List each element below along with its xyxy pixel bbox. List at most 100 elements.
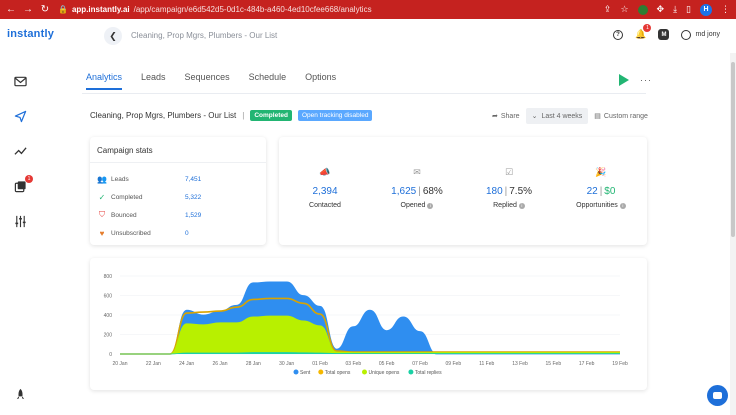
puzzle-icon[interactable]: ✥ <box>657 4 665 15</box>
logo[interactable]: instantly <box>7 28 54 40</box>
value-separator: | <box>599 186 603 197</box>
chat-icon <box>713 392 722 399</box>
browser-menu-icon[interactable]: ⋮ <box>721 4 730 15</box>
unibox-badge: 1 <box>25 175 33 183</box>
chevron-left-icon: ❮ <box>109 30 117 41</box>
users-icon: 👥 <box>97 174 107 184</box>
custom-range-button[interactable]: ▤ Custom range <box>594 112 648 121</box>
more-options-icon[interactable]: ··· <box>640 75 652 85</box>
metric-label: Opportunities i <box>555 202 647 209</box>
stat-row-completed: ✓ Completed 5,322 <box>97 191 256 203</box>
info-icon[interactable]: i <box>619 202 626 209</box>
stat-row-bounced: ⛉ Bounced 1,529 <box>97 209 256 221</box>
chat-button[interactable] <box>707 385 728 406</box>
page-title: Cleaning, Prop Mgrs, Plumbers - Our List <box>131 31 278 40</box>
x-tick-label: 28 Jan <box>246 361 261 367</box>
x-tick-label: 22 Jan <box>146 361 161 367</box>
back-button[interactable]: ❮ <box>104 27 122 45</box>
replied-label: Replied <box>493 202 517 209</box>
share-arrow-icon: ➦ <box>492 113 498 120</box>
opened-label: Opened <box>400 202 426 209</box>
stat-value: 7,451 <box>185 175 202 183</box>
share-page-icon[interactable]: ⇪ <box>604 4 612 15</box>
x-tick-label: 17 Feb <box>579 361 595 367</box>
tab-leads[interactable]: Leads <box>141 72 166 90</box>
replied-value-row: 180 | 7.5% <box>463 186 555 197</box>
chevron-down-icon: ⌄ <box>531 113 538 120</box>
metric-opened: ✉ 1,625 | 68% Opened i <box>371 167 463 209</box>
extension-icon[interactable] <box>637 4 648 15</box>
party-popper-icon: 🎉 <box>595 167 607 177</box>
metric-label: Opened i <box>371 202 463 209</box>
stat-row-leads: 👥 Leads 7,451 <box>97 173 256 185</box>
send-icon[interactable] <box>14 110 27 123</box>
play-icon[interactable] <box>619 74 629 86</box>
x-tick-label: 05 Feb <box>379 361 395 367</box>
tab-bar: Analytics Leads Sequences Schedule Optio… <box>86 72 355 90</box>
forward-arrow-icon[interactable]: → <box>23 0 33 19</box>
settings-sliders-icon[interactable] <box>14 215 27 228</box>
sidebar-toggle-icon[interactable]: ▯ <box>686 4 691 15</box>
tab-analytics[interactable]: Analytics <box>86 72 123 90</box>
campaign-stats-card: Campaign stats 👥 Leads 7,451 ✓ Completed… <box>90 137 266 245</box>
notifications-button[interactable]: 🔔 1 <box>635 24 652 40</box>
chat-check-icon: ☑ <box>504 167 514 177</box>
stat-row-unsubscribed: ♥ Unsubscribed 0 <box>97 227 256 239</box>
stats-title: Campaign stats <box>97 146 153 155</box>
user-menu[interactable]: md jony <box>681 29 720 40</box>
header-actions: ? 🔔 1 M md jony <box>612 24 720 40</box>
reload-icon[interactable]: ↻ <box>40 0 50 19</box>
legend-swatch <box>362 369 367 375</box>
opportunities-label: Opportunities <box>576 202 618 209</box>
campaign-name: Cleaning, Prop Mgrs, Plumbers - Our List <box>90 111 237 120</box>
opportunities-value: 22 <box>586 186 598 197</box>
info-icon[interactable]: i <box>518 202 525 209</box>
activity-chart-card: 0 200 400 600 800 20 Jan 22 Jan 24 Jan 26 Jan 28 … <box>90 258 647 390</box>
workspace-button[interactable]: M <box>658 29 670 40</box>
x-tick-label: 20 Jan <box>112 361 127 367</box>
status-badge: Completed <box>250 110 292 121</box>
rocket-icon[interactable] <box>14 388 27 401</box>
x-tick-label: 13 Feb <box>512 361 528 367</box>
broken-heart-icon: ♥ <box>99 228 105 238</box>
profile-avatar[interactable]: H <box>700 3 712 16</box>
legend-swatch <box>318 369 324 375</box>
legend-label: Total replies <box>415 370 442 376</box>
tab-sequences[interactable]: Sequences <box>185 72 230 90</box>
range-label: Last 4 weeks <box>541 112 583 120</box>
replied-pct: 7.5% <box>509 186 533 197</box>
campaign-title-row: Cleaning, Prop Mgrs, Plumbers - Our List… <box>90 110 373 121</box>
shield-alert-icon: ⛉ <box>99 210 105 219</box>
stat-label: Completed <box>111 193 143 201</box>
x-tick-label: 07 Feb <box>412 361 428 367</box>
legend-label: Total opens <box>325 370 351 376</box>
range-select[interactable]: ⌄ Last 4 weeks <box>525 108 589 124</box>
scrollbar-thumb[interactable] <box>731 62 735 237</box>
download-icon[interactable]: ⤓ <box>673 4 677 15</box>
address-bar[interactable]: 🔒 app.instantly.ai/app/campaign/e6d542d5… <box>56 5 598 14</box>
help-icon: ? <box>612 29 623 40</box>
mail-icon: ✉ <box>413 167 421 177</box>
activity-chart: 0 200 400 600 800 20 Jan 22 Jan 24 Jan 26 Jan 28 … <box>104 274 628 376</box>
y-tick-label: 800 <box>104 274 113 280</box>
info-icon[interactable]: i <box>427 202 434 209</box>
share-button[interactable]: ➦ Share <box>492 112 520 121</box>
tab-schedule[interactable]: Schedule <box>249 72 287 90</box>
unibox-button[interactable]: 1 <box>14 175 33 193</box>
back-arrow-icon[interactable]: ← <box>6 0 16 19</box>
opportunities-value-row: 22 | $0 <box>555 186 647 197</box>
metric-opportunities: 🎉 22 | $0 Opportunities i <box>555 167 647 209</box>
calendar-icon: ▤ <box>594 113 601 120</box>
analytics-icon[interactable] <box>14 145 27 158</box>
bookmark-star-icon[interactable]: ☆ <box>620 4 628 15</box>
sidebar: 1 <box>0 53 40 415</box>
stat-value: 1,529 <box>185 211 202 219</box>
stat-value: 5,322 <box>185 193 202 201</box>
help-button[interactable]: ? <box>612 29 623 40</box>
inbox-icon[interactable] <box>14 75 27 88</box>
x-tick-label: 30 Jan <box>279 361 294 367</box>
tab-options[interactable]: Options <box>305 72 336 90</box>
share-label: Share <box>500 112 520 120</box>
y-tick-label: 600 <box>104 294 113 300</box>
browser-bar: ← → ↻ 🔒 app.instantly.ai/app/campaign/e6… <box>0 0 736 19</box>
